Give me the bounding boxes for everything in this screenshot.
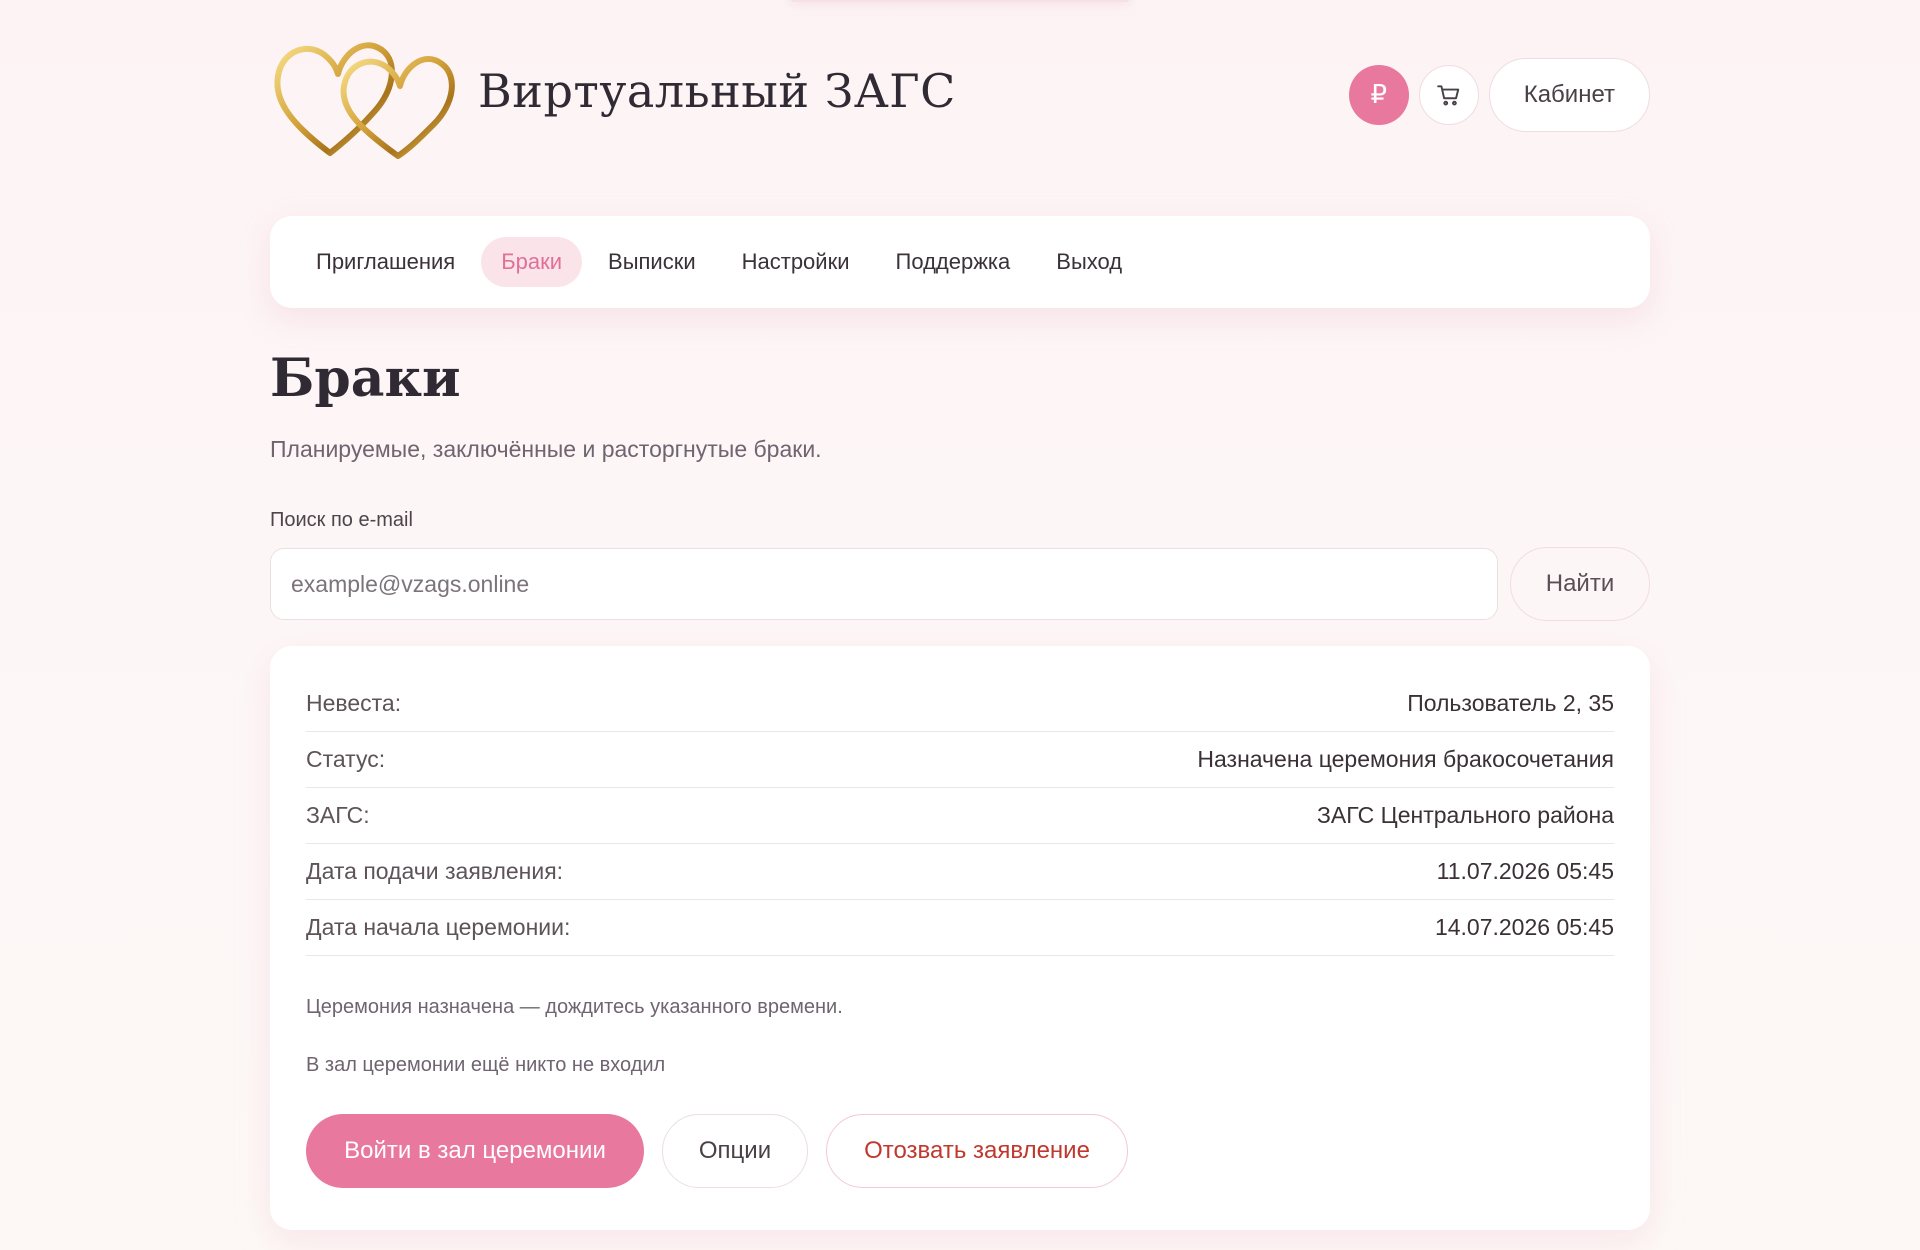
detail-value: Назначена церемония бракосочетания <box>1197 746 1614 772</box>
balance-button[interactable]: ₽ <box>1348 65 1409 125</box>
detail-label: Дата начала церемонии: <box>306 914 571 940</box>
header-actions: ₽ Кабинет <box>1348 58 1650 132</box>
marriage-details: Невеста: Пользователь 2, 35 Статус: Назн… <box>306 676 1614 956</box>
options-button[interactable]: Опции <box>662 1114 808 1188</box>
detail-row-status: Статус: Назначена церемония бракосочетан… <box>306 732 1614 788</box>
page-title: Браки <box>270 348 461 409</box>
detail-label: Дата подачи заявления: <box>306 858 564 884</box>
detail-value: ЗАГС Центрального района <box>1317 802 1614 828</box>
header: Виртуальный ЗАГС ₽ Кабинет <box>270 0 1650 200</box>
ceremony-note: Церемония назначена — дождитесь указанно… <box>306 996 843 1018</box>
detail-value: 11.07.2026 05:45 <box>1436 858 1614 884</box>
page-subtitle: Планируемые, заключённые и расторгнутые … <box>270 436 822 462</box>
detail-value: 14.07.2026 05:45 <box>1434 914 1614 940</box>
nav-item-invitations[interactable]: Приглашения <box>296 237 475 287</box>
email-search-input[interactable] <box>270 548 1498 620</box>
detail-row-application-date: Дата подачи заявления: 11.07.2026 05:45 <box>306 844 1614 900</box>
main-nav: Приглашения Браки Выписки Настройки Подд… <box>270 216 1650 308</box>
nav-item-extracts[interactable]: Выписки <box>588 237 716 287</box>
detail-row-registry: ЗАГС: ЗАГС Центрального района <box>306 788 1614 844</box>
find-button[interactable]: Найти <box>1510 547 1650 621</box>
revoke-application-button[interactable]: Отозвать заявление <box>826 1114 1128 1188</box>
detail-label: Статус: <box>306 746 386 772</box>
nav-item-settings[interactable]: Настройки <box>722 237 870 287</box>
detail-label: Невеста: <box>306 690 402 716</box>
cart-button[interactable] <box>1418 65 1479 125</box>
detail-row-ceremony-date: Дата начала церемонии: 14.07.2026 05:45 <box>306 900 1614 956</box>
cabinet-button[interactable]: Кабинет <box>1488 58 1650 132</box>
hall-status-note: В зал церемонии ещё никто не входил <box>306 1054 666 1076</box>
site-title: Виртуальный ЗАГС <box>478 64 956 118</box>
nav-item-support[interactable]: Поддержка <box>876 237 1031 287</box>
nav-item-marriages[interactable]: Браки <box>481 237 583 287</box>
enter-ceremony-button[interactable]: Войти в зал церемонии <box>306 1114 644 1188</box>
golden-hearts-logo-icon <box>274 42 455 159</box>
cart-icon <box>1436 85 1459 106</box>
marriage-card: Невеста: Пользователь 2, 35 Статус: Назн… <box>270 646 1650 1230</box>
card-actions: Войти в зал церемонии Опции Отозвать зая… <box>306 1114 1128 1188</box>
search-label: Поиск по e-mail <box>270 509 413 531</box>
page-container: Виртуальный ЗАГС ₽ Кабинет Приглашения Б… <box>270 0 1650 1230</box>
ruble-icon: ₽ <box>1370 80 1387 110</box>
detail-row-bride: Невеста: Пользователь 2, 35 <box>306 676 1614 732</box>
nav-item-logout[interactable]: Выход <box>1036 237 1142 287</box>
detail-label: ЗАГС: <box>306 802 370 828</box>
detail-value: Пользователь 2, 35 <box>1407 690 1614 716</box>
